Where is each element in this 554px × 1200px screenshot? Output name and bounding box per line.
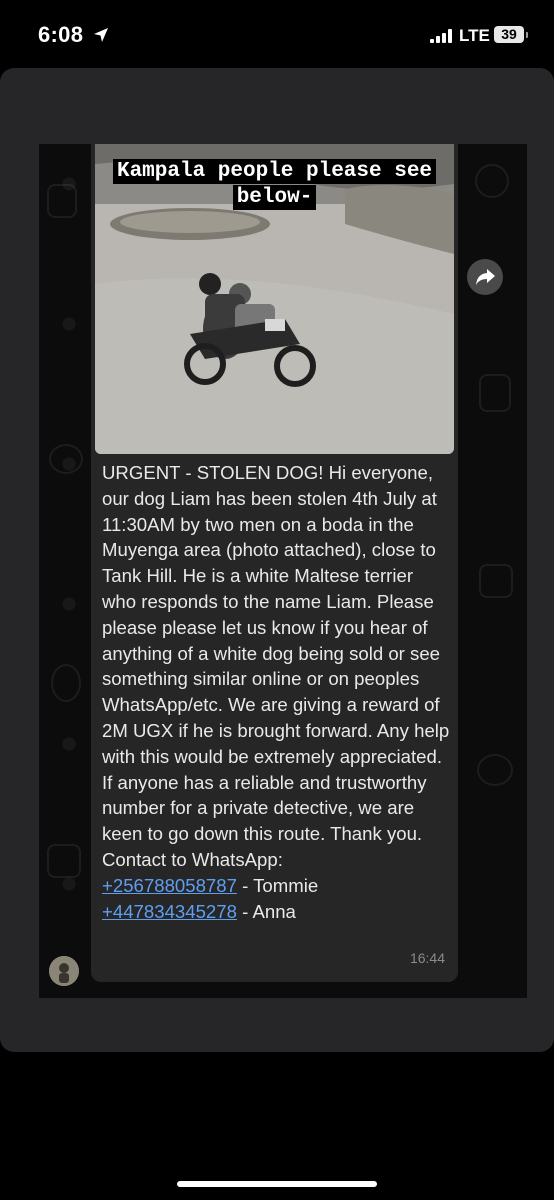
avatar-image (49, 956, 79, 986)
phone-link[interactable]: +256788058787 (102, 875, 237, 896)
home-indicator[interactable] (177, 1181, 377, 1187)
doodle-pattern (477, 754, 513, 786)
battery-tip (526, 32, 528, 38)
contact-name: - Tommie (236, 874, 319, 896)
doodle-pattern (475, 164, 509, 198)
doodle-pattern (47, 844, 81, 878)
phone-link[interactable]: +447834345278 (102, 901, 237, 922)
doodle-pattern (479, 374, 511, 412)
contact-line: +447834345278 - Anna (102, 899, 452, 925)
forward-button[interactable] (467, 259, 503, 295)
location-arrow-icon (94, 28, 108, 42)
message-paragraph: URGENT - STOLEN DOG! Hi everyone, our do… (102, 462, 450, 870)
photo-caption-line-1: Kampala people please see (95, 159, 454, 184)
network-label: LTE (459, 26, 490, 45)
avatar[interactable] (49, 956, 79, 986)
contact-name: - Anna (236, 900, 296, 922)
status-time: 6:08 (38, 22, 84, 47)
message-timestamp: 16:44 (409, 950, 445, 966)
photo-caption-line-2: below- (95, 185, 454, 210)
status-bar: 6:08 LTE 39 (0, 0, 554, 70)
signal-icon (430, 29, 452, 43)
doodle-pattern (479, 564, 513, 598)
chat-area: Kampala people please see below- URGENT … (39, 144, 527, 998)
battery-icon: 39 (494, 26, 524, 43)
doodle-pattern (47, 184, 77, 218)
forward-arrow-icon (476, 269, 495, 285)
message-text: URGENT - STOLEN DOG! Hi everyone, our do… (102, 460, 452, 924)
contact-line: +256788058787 - Tommie (102, 873, 452, 899)
doodle-pattern (51, 664, 81, 702)
attached-photo[interactable]: Kampala people please see below- (95, 144, 454, 454)
message-bubble[interactable]: Kampala people please see below- URGENT … (91, 144, 458, 982)
doodle-pattern (49, 444, 83, 474)
